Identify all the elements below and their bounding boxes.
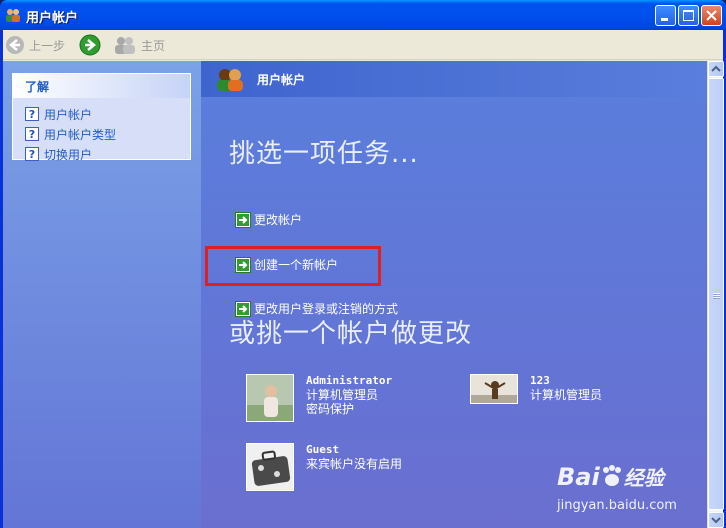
home-label: 主页 <box>141 38 166 53</box>
vertical-scrollbar[interactable] <box>707 61 724 528</box>
baidu-watermark: Bai 经验 jingyan.baidu.com <box>557 462 677 513</box>
account-name: 123 <box>530 374 550 387</box>
account-administrator[interactable]: Administrator 计算机管理员 密码保护 <box>246 374 392 422</box>
minimize-icon <box>661 18 668 21</box>
change-account-link[interactable]: 更改帐户 <box>235 211 302 228</box>
scroll-up-button[interactable] <box>708 61 724 77</box>
maximize-button[interactable] <box>678 5 699 26</box>
help-icon: ? <box>25 147 39 161</box>
account-picture <box>246 443 294 491</box>
account-info: Administrator 计算机管理员 密码保护 <box>306 374 392 422</box>
suitcase-icon <box>247 444 293 490</box>
home-button[interactable]: 主页 <box>113 33 165 57</box>
maximize-icon <box>683 10 694 21</box>
back-label: 上一步 <box>29 38 66 53</box>
account-guest[interactable]: Guest 来宾帐户没有启用 <box>246 443 402 491</box>
photo-icon <box>247 375 293 421</box>
learn-about-title: 了解 <box>13 74 190 98</box>
main-panel: 用户帐户 挑选一项任务... 更改帐户 创建一个新帐户 更改用户登录或注销的方式… <box>201 61 707 528</box>
forward-button[interactable] <box>79 33 101 57</box>
chevron-up-icon <box>711 65 721 72</box>
close-icon <box>706 10 717 21</box>
user-accounts-window: 用户帐户 上一步 主页 了解 ? 用户帐户 ? 用户帐户类型 ? 切换用户 用户… <box>0 0 726 528</box>
user-accounts-icon <box>217 69 243 91</box>
learn-item-label: 用户帐户 <box>44 107 93 122</box>
learn-item-account-types[interactable]: ? 用户帐户类型 <box>13 124 190 144</box>
back-arrow-icon <box>6 36 24 54</box>
svg-text:?: ? <box>29 128 35 141</box>
forward-arrow-icon <box>79 34 101 56</box>
logo-text: Bai <box>557 463 600 491</box>
toolbar: 上一步 主页 <box>3 30 723 60</box>
back-button[interactable]: 上一步 <box>5 33 65 57</box>
account-123[interactable]: 123 计算机管理员 <box>470 374 602 404</box>
watermark-url: jingyan.baidu.com <box>557 498 677 513</box>
users-icon <box>6 9 20 22</box>
help-icon: ? <box>25 127 39 141</box>
green-arrow-icon <box>235 211 251 228</box>
help-icon: ? <box>25 107 39 121</box>
scroll-down-button[interactable] <box>708 512 724 528</box>
home-users-icon <box>115 37 135 54</box>
account-type: 计算机管理员 <box>530 388 603 402</box>
learn-item-switch-user[interactable]: ? 切换用户 <box>13 144 190 164</box>
account-name: Guest <box>306 443 340 456</box>
account-name: Administrator <box>306 374 393 387</box>
account-info: Guest 来宾帐户没有启用 <box>306 443 402 491</box>
account-note: 密码保护 <box>306 402 355 416</box>
minimize-button[interactable] <box>655 5 676 26</box>
title-bar[interactable]: 用户帐户 <box>0 0 726 30</box>
account-type: 计算机管理员 <box>306 388 379 402</box>
window-title: 用户帐户 <box>26 11 79 26</box>
account-picture <box>246 374 294 422</box>
highlight-box <box>205 246 381 286</box>
account-picture <box>470 374 518 404</box>
learn-about-box: 了解 ? 用户帐户 ? 用户帐户类型 ? 切换用户 <box>12 73 191 162</box>
svg-text:?: ? <box>29 148 35 161</box>
learn-item-label: 用户帐户类型 <box>44 127 117 142</box>
paw-icon <box>602 465 621 486</box>
account-type: 来宾帐户没有启用 <box>306 457 403 471</box>
photo-icon <box>471 375 517 403</box>
client-area: 上一步 主页 了解 ? 用户帐户 ? 用户帐户类型 ? 切换用户 用户帐户 挑选… <box>3 30 724 528</box>
header-banner: 用户帐户 <box>201 61 707 97</box>
close-button[interactable] <box>701 5 722 26</box>
chevron-down-icon <box>711 517 721 524</box>
task-label: 更改帐户 <box>254 213 303 227</box>
svg-text:?: ? <box>29 108 35 121</box>
left-panel: 了解 ? 用户帐户 ? 用户帐户类型 ? 切换用户 <box>3 61 201 528</box>
baidu-logo: Bai 经验 <box>557 463 664 491</box>
learn-item-label: 切换用户 <box>44 147 93 162</box>
grip-icon <box>713 293 720 299</box>
account-info: 123 计算机管理员 <box>530 374 602 404</box>
logo-text-2: 经验 <box>623 466 664 490</box>
banner-title: 用户帐户 <box>257 73 306 87</box>
pick-account-heading: 或挑一个帐户做更改 <box>229 319 473 349</box>
learn-item-user-accounts[interactable]: ? 用户帐户 <box>13 104 190 124</box>
scroll-thumb[interactable] <box>708 78 724 510</box>
pick-task-heading: 挑选一项任务... <box>229 139 419 169</box>
